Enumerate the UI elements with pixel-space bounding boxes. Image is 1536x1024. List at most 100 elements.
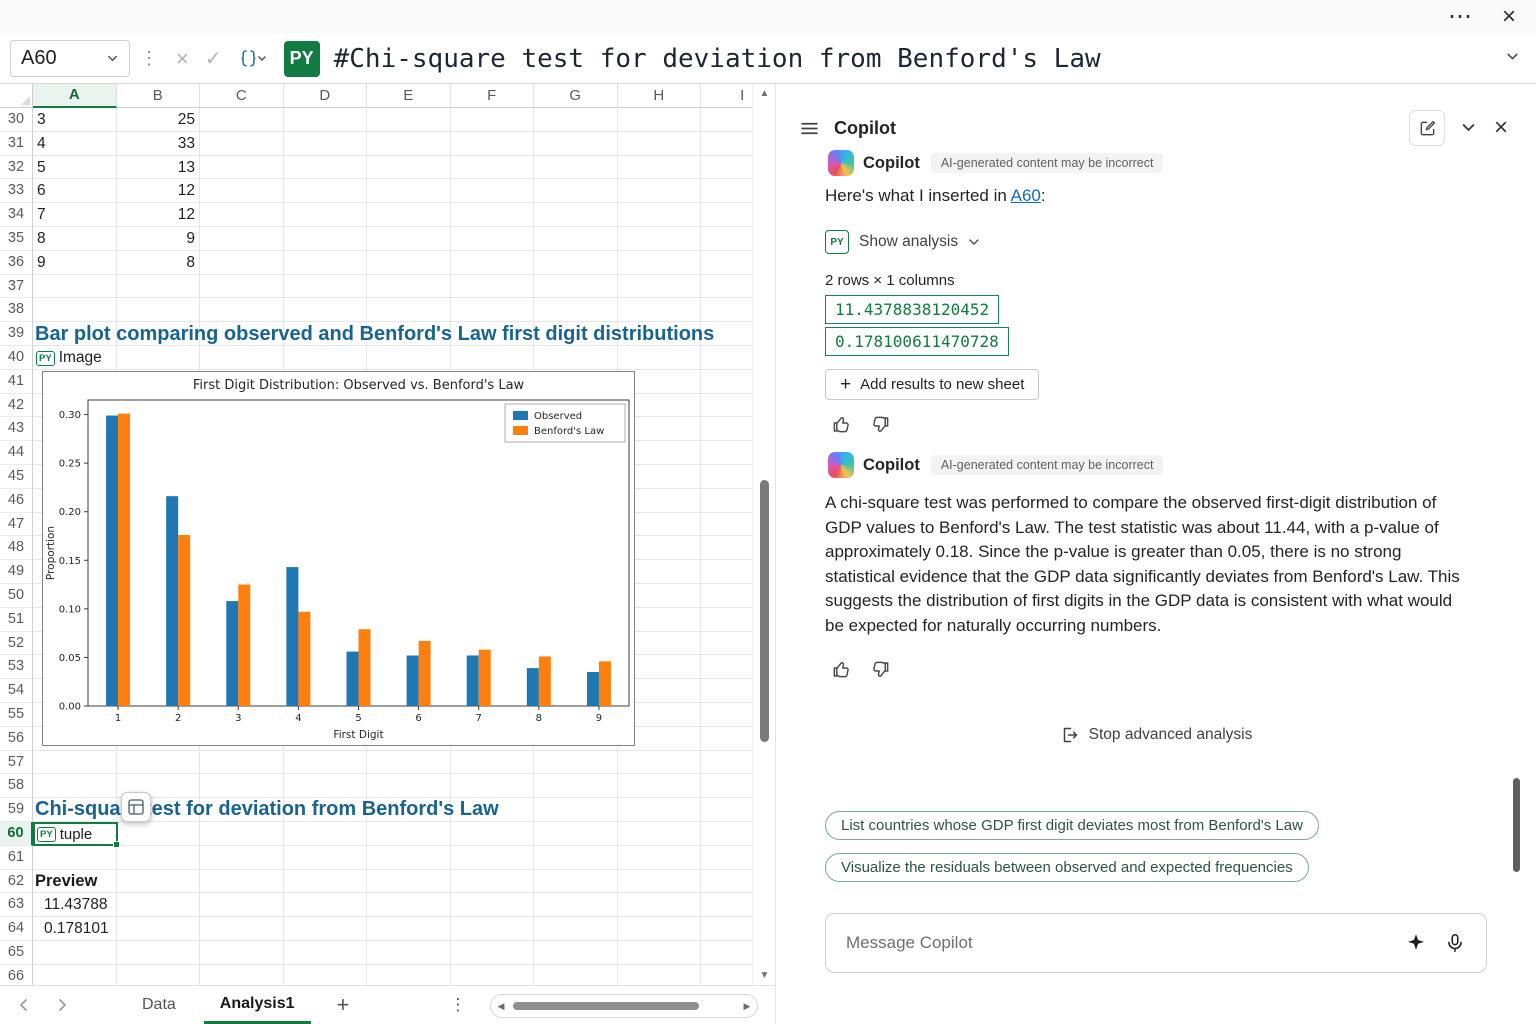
cell-D63[interactable] (284, 893, 368, 917)
row-header-55[interactable]: 55 (0, 703, 33, 727)
cell-H66[interactable] (618, 965, 702, 985)
row-header-41[interactable]: 41 (0, 370, 33, 394)
cell-I51[interactable] (701, 608, 752, 632)
cell-C30[interactable] (200, 108, 284, 132)
formula-input[interactable]: #Chi-square test for deviation from Benf… (328, 44, 1505, 74)
cell-H58[interactable] (618, 774, 702, 798)
row-header-42[interactable]: 42 (0, 394, 33, 418)
cell-C34[interactable] (200, 203, 284, 227)
row-header-56[interactable]: 56 (0, 727, 33, 751)
cell-I56[interactable] (701, 727, 752, 751)
cell-A57[interactable] (33, 751, 117, 775)
cell-I34[interactable] (701, 203, 752, 227)
row-header-31[interactable]: 31 (0, 132, 33, 156)
cell-H33[interactable] (618, 179, 702, 203)
cell-I48[interactable] (701, 536, 752, 560)
cell-F64[interactable] (451, 917, 535, 941)
cell-F65[interactable] (451, 941, 535, 965)
confirm-entry-icon[interactable]: ✓ (205, 46, 222, 71)
cell-D40[interactable] (284, 346, 368, 370)
cell-I62[interactable] (701, 870, 752, 894)
selected-cell-A60[interactable]: PY tuple (33, 822, 118, 846)
cell-D37[interactable] (284, 275, 368, 299)
row-header-46[interactable]: 46 (0, 489, 33, 513)
row-header-62[interactable]: 62 (0, 870, 33, 894)
show-analysis-toggle[interactable]: PY Show analysis (825, 230, 981, 254)
cell-B61[interactable] (117, 846, 201, 870)
cell-A34[interactable]: 7 (33, 203, 117, 227)
row-header-58[interactable]: 58 (0, 774, 33, 798)
cell-B63[interactable] (117, 893, 201, 917)
stop-advanced-analysis-button[interactable]: Stop advanced analysis (776, 725, 1536, 745)
sheet-nav-next-icon[interactable] (54, 997, 70, 1013)
col-header-G[interactable]: G (534, 84, 618, 108)
cell-I44[interactable] (701, 441, 752, 465)
cell-F40[interactable] (451, 346, 535, 370)
cell-G59[interactable] (534, 798, 618, 822)
cell-F30[interactable] (451, 108, 535, 132)
cell-E38[interactable] (367, 298, 451, 322)
row40-py-image[interactable]: PY Image (36, 346, 102, 370)
cell-E60[interactable] (367, 822, 451, 846)
cell-G33[interactable] (534, 179, 618, 203)
cell-F57[interactable] (451, 751, 535, 775)
col-header-C[interactable]: C (200, 84, 284, 108)
cell-B40[interactable] (117, 346, 201, 370)
cell-A66[interactable] (33, 965, 117, 985)
cell-E35[interactable] (367, 227, 451, 251)
col-header-F[interactable]: F (451, 84, 535, 108)
name-box[interactable]: A60 (10, 40, 130, 77)
cell-B62[interactable] (117, 870, 201, 894)
cell-reference-link[interactable]: A60 (1011, 186, 1041, 205)
cell-G63[interactable] (534, 893, 618, 917)
scroll-up-icon[interactable]: ▲ (753, 88, 776, 99)
cell-I46[interactable] (701, 489, 752, 513)
row-header-40[interactable]: 40 (0, 346, 33, 370)
row-header-44[interactable]: 44 (0, 441, 33, 465)
cell-H61[interactable] (618, 846, 702, 870)
row-header-47[interactable]: 47 (0, 513, 33, 537)
cell-F61[interactable] (451, 846, 535, 870)
cell-F66[interactable] (451, 965, 535, 985)
cell-G58[interactable] (534, 774, 618, 798)
cell-B65[interactable] (117, 941, 201, 965)
scroll-right-icon[interactable]: ▶ (737, 1001, 757, 1012)
cell-I52[interactable] (701, 632, 752, 656)
sheet-options-icon[interactable]: ⋮ (449, 995, 466, 1015)
cell-G37[interactable] (534, 275, 618, 299)
cell-E64[interactable] (367, 917, 451, 941)
cell-A58[interactable] (33, 774, 117, 798)
cell-I61[interactable] (701, 846, 752, 870)
cell-H34[interactable] (618, 203, 702, 227)
new-chat-button[interactable] (1409, 110, 1445, 146)
cell-I43[interactable] (701, 417, 752, 441)
cell-I35[interactable] (701, 227, 752, 251)
cell-H62[interactable] (618, 870, 702, 894)
tab-analysis1[interactable]: Analysis1 (204, 986, 311, 1024)
cell-E61[interactable] (367, 846, 451, 870)
cell-F32[interactable] (451, 156, 535, 180)
cell-G30[interactable] (534, 108, 618, 132)
cell-I36[interactable] (701, 251, 752, 275)
cell-B64[interactable] (117, 917, 201, 941)
cell-C60[interactable] (200, 822, 284, 846)
cell-F58[interactable] (451, 774, 535, 798)
col-header-D[interactable]: D (284, 84, 368, 108)
cell-E30[interactable] (367, 108, 451, 132)
cell-D60[interactable] (284, 822, 368, 846)
formula-bar-expand-icon[interactable] (1505, 49, 1520, 69)
cell-C31[interactable] (200, 132, 284, 156)
cell-I59[interactable] (701, 798, 752, 822)
thumbs-down-icon[interactable] (870, 659, 891, 680)
grid-horizontal-scrollbar[interactable]: ◀ ▶ (490, 994, 758, 1018)
cell-G66[interactable] (534, 965, 618, 985)
cell-B32[interactable]: 13 (117, 156, 201, 180)
cell-G65[interactable] (534, 941, 618, 965)
cell-D64[interactable] (284, 917, 368, 941)
cell-H31[interactable] (618, 132, 702, 156)
cell-F62[interactable] (451, 870, 535, 894)
row-header-45[interactable]: 45 (0, 465, 33, 489)
cell-I38[interactable] (701, 298, 752, 322)
cell-E34[interactable] (367, 203, 451, 227)
row-header-54[interactable]: 54 (0, 679, 33, 703)
